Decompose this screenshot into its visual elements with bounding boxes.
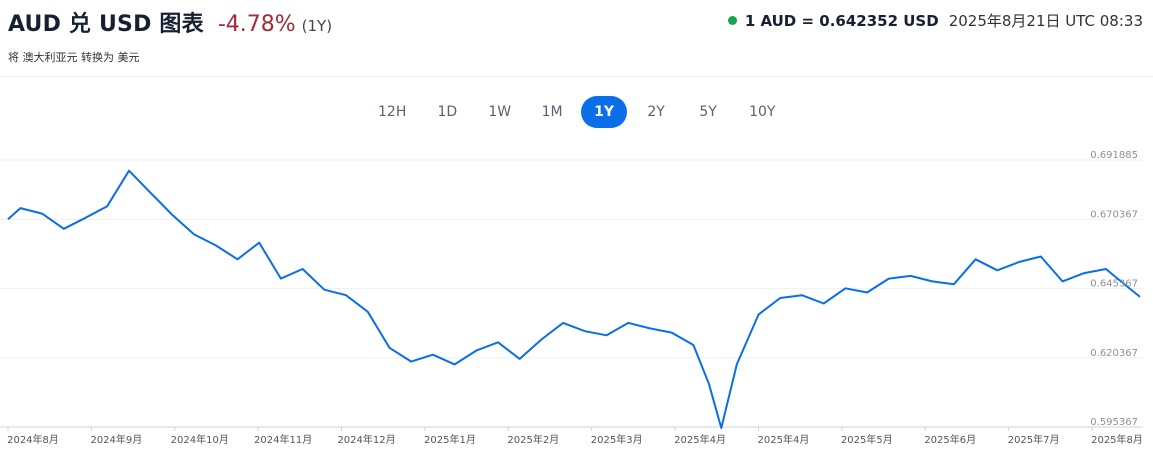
- data-point[interactable]: [453, 362, 457, 366]
- data-point[interactable]: [1017, 260, 1021, 264]
- y-tick-label: 0.595367: [1090, 417, 1138, 428]
- data-point[interactable]: [344, 293, 348, 297]
- data-point[interactable]: [62, 227, 66, 231]
- data-point[interactable]: [279, 277, 283, 281]
- data-point[interactable]: [843, 286, 847, 290]
- x-tick-label: 2025年4月: [758, 433, 810, 446]
- tab-1m[interactable]: 1M: [529, 96, 575, 128]
- tab-1d[interactable]: 1D: [424, 96, 470, 128]
- data-point[interactable]: [366, 310, 370, 314]
- live-status-icon: [727, 16, 737, 25]
- data-point[interactable]: [1060, 279, 1064, 283]
- y-tick-label: 0.620367: [1090, 348, 1138, 359]
- x-tick-label: 2024年11月: [254, 433, 312, 446]
- data-point[interactable]: [707, 382, 711, 386]
- data-point[interactable]: [670, 331, 674, 335]
- period-tabs: 12H 1D 1W 1M 1Y 2Y 5Y 10Y: [366, 96, 787, 128]
- data-point[interactable]: [431, 353, 435, 357]
- percent-change: -4.78%: [217, 12, 296, 37]
- data-point[interactable]: [40, 212, 44, 216]
- data-point[interactable]: [583, 329, 587, 333]
- exchange-rate-chart[interactable]: 0.691885 0.670367 0.645367 0.620367 0.595367…: [0, 140, 1153, 452]
- x-tick-label: 2025年4月: [674, 433, 726, 446]
- data-point[interactable]: [757, 313, 761, 317]
- x-tick-label: 2025年7月: [1008, 433, 1060, 446]
- data-point[interactable]: [127, 169, 131, 173]
- data-point[interactable]: [995, 268, 999, 272]
- rate-series-line: [7, 169, 1141, 429]
- data-point[interactable]: [105, 204, 109, 208]
- data-point[interactable]: [561, 321, 565, 325]
- data-point[interactable]: [952, 282, 956, 286]
- x-tick-label: 2024年10月: [171, 433, 229, 446]
- data-point[interactable]: [322, 288, 326, 292]
- tab-12h[interactable]: 12H: [366, 96, 418, 128]
- x-tick-label: 2025年6月: [924, 433, 976, 446]
- data-point[interactable]: [236, 257, 240, 261]
- x-tick-label: 2024年8月: [7, 433, 59, 446]
- data-point[interactable]: [1039, 255, 1043, 259]
- data-point[interactable]: [474, 349, 478, 353]
- data-point[interactable]: [974, 257, 978, 261]
- x-tick-label: 2025年5月: [841, 433, 893, 446]
- data-point[interactable]: [257, 241, 261, 245]
- x-tick-label: 2025年1月: [424, 433, 476, 446]
- data-point[interactable]: [822, 302, 826, 306]
- tab-1y[interactable]: 1Y: [581, 96, 628, 128]
- data-point[interactable]: [887, 277, 891, 281]
- data-point[interactable]: [605, 333, 609, 337]
- data-point[interactable]: [719, 426, 723, 430]
- x-tick-label: 2025年2月: [507, 433, 559, 446]
- tab-10y[interactable]: 10Y: [737, 96, 787, 128]
- data-point[interactable]: [301, 267, 305, 271]
- data-point[interactable]: [691, 343, 695, 347]
- data-point[interactable]: [496, 340, 500, 344]
- data-point[interactable]: [192, 232, 196, 236]
- data-point[interactable]: [865, 290, 869, 294]
- x-tick-label: 2024年12月: [337, 433, 395, 446]
- data-point[interactable]: [1082, 271, 1086, 275]
- data-point[interactable]: [409, 360, 413, 364]
- data-point[interactable]: [6, 217, 10, 221]
- data-point[interactable]: [648, 326, 652, 330]
- conversion-subtitle: 将 澳大利亚元 转换为 美元: [8, 51, 140, 64]
- data-point[interactable]: [735, 362, 739, 366]
- data-point[interactable]: [1104, 267, 1108, 271]
- header-divider: [0, 76, 1153, 77]
- data-point[interactable]: [539, 337, 543, 341]
- data-point[interactable]: [626, 321, 630, 325]
- data-point[interactable]: [84, 216, 88, 220]
- tab-2y[interactable]: 2Y: [633, 96, 679, 128]
- y-tick-label: 0.670367: [1090, 210, 1138, 221]
- data-point[interactable]: [149, 191, 153, 195]
- y-tick-label: 0.691885: [1090, 150, 1138, 161]
- live-rate: 1 AUD = 0.642352 USD 2025年8月21日 UTC 08:3…: [727, 10, 1143, 31]
- tab-5y[interactable]: 5Y: [685, 96, 731, 128]
- data-point[interactable]: [1138, 295, 1142, 299]
- x-tick-label: 2025年8月: [1091, 433, 1143, 446]
- data-point[interactable]: [214, 243, 218, 247]
- tab-1w[interactable]: 1W: [476, 96, 523, 128]
- current-rate: 1 AUD = 0.642352 USD: [744, 11, 939, 30]
- data-point[interactable]: [930, 279, 934, 283]
- data-point[interactable]: [387, 346, 391, 350]
- rate-timestamp: 2025年8月21日 UTC 08:33: [948, 12, 1143, 30]
- page-title: AUD 兑 USD 图表: [8, 12, 204, 37]
- period-indicator: (1Y): [301, 17, 333, 35]
- data-point[interactable]: [778, 296, 782, 300]
- x-tick-label: 2024年9月: [90, 433, 142, 446]
- y-tick-label: 0.645367: [1090, 279, 1138, 290]
- data-point[interactable]: [908, 274, 912, 278]
- data-point[interactable]: [170, 213, 174, 217]
- header-title-row: AUD 兑 USD 图表 -4.78% (1Y): [8, 6, 332, 38]
- data-point[interactable]: [18, 206, 22, 210]
- data-point[interactable]: [800, 293, 804, 297]
- data-point[interactable]: [518, 357, 522, 361]
- x-tick-label: 2025年3月: [591, 433, 643, 446]
